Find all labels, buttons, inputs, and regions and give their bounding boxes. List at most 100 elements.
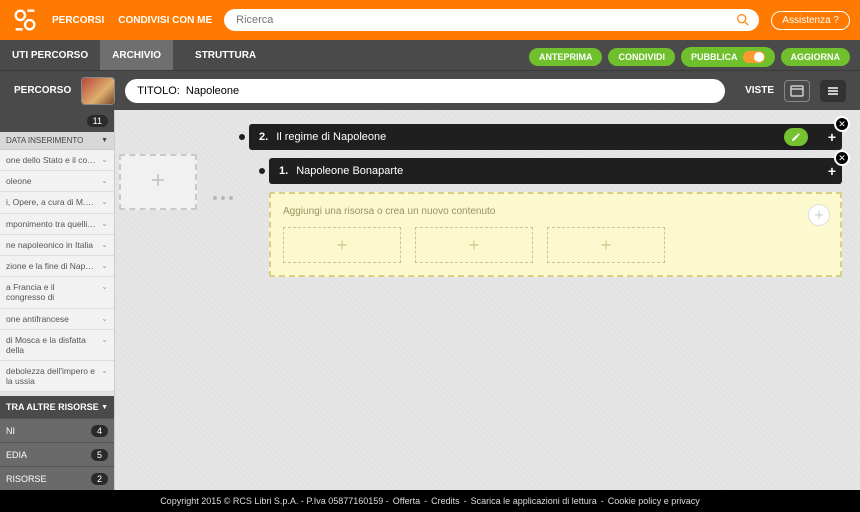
footer-link[interactable]: Cookie policy e privacy [608, 496, 700, 506]
viste-label: VISTE [745, 85, 774, 96]
list-item[interactable]: a Francia e il congresso di ⌄ [0, 277, 114, 308]
list-item[interactable]: one antifrancese ⌄ [0, 309, 114, 330]
list-item[interactable]: di Mosca e la disfatta della⌄ [0, 330, 114, 361]
altre-risorse-button[interactable]: TRA ALTRE RISORSE ▼ [0, 396, 114, 418]
pubblica-label: PUBBLICA [691, 52, 738, 62]
resource-slot[interactable] [415, 227, 533, 263]
help-button[interactable]: Assistenza ? [771, 11, 850, 30]
content-dropzone[interactable]: Aggiungi una risorsa o crea un nuovo con… [269, 192, 842, 277]
course-thumbnail[interactable] [81, 77, 115, 105]
tab-contenuti-percorso[interactable]: UTI PERCORSO [0, 40, 100, 70]
chevron-down-icon: ⌄ [101, 155, 108, 165]
sidebar-head: 11 [0, 110, 114, 132]
section-title: Il regime di Napoleone [276, 131, 386, 143]
list-item-label: a Francia e il congresso di [6, 282, 96, 302]
resource-slot[interactable] [283, 227, 401, 263]
category-count: 4 [91, 425, 108, 437]
list-item-label: oleone [6, 176, 32, 186]
app-logo-icon[interactable] [10, 5, 40, 35]
sidebar-count-badge: 11 [87, 115, 108, 127]
search-icon[interactable] [735, 12, 751, 28]
add-button[interactable]: + [828, 163, 836, 179]
list-item-label: zione e la fine di Napoleone [6, 261, 96, 271]
chevron-down-icon: ⌄ [101, 240, 108, 250]
footer-copyright: Copyright 2015 © RCS Libri S.p.A. - P.Iv… [160, 496, 389, 506]
pubblica-button[interactable]: PUBBLICA [681, 47, 775, 67]
publish-toggle[interactable] [743, 51, 765, 63]
section-number: 1. [279, 165, 288, 177]
chevron-down-icon: ▼ [101, 404, 108, 411]
close-button[interactable]: ✕ [834, 116, 850, 132]
list-item[interactable]: mponimento tra quelli dedica ... ⌄ [0, 214, 114, 235]
footer-link[interactable]: Credits [431, 496, 460, 506]
plus-icon [149, 171, 167, 194]
chevron-down-icon: ⌄ [101, 314, 108, 324]
category-item[interactable]: NI 4 [0, 418, 114, 442]
nav-condivisi[interactable]: CONDIVISI CON ME [118, 15, 212, 26]
sidebar-list: one dello Stato e il codice civile ⌄ oleo… [0, 150, 114, 396]
dropzone-prompt: Aggiungi una risorsa o crea un nuovo con… [283, 206, 828, 217]
topbar: PERCORSI CONDIVISI CON ME Assistenza ? [0, 0, 860, 40]
list-item-label: one dello Stato e il codice civile [6, 155, 96, 165]
category-item[interactable]: RISORSE 2 [0, 466, 114, 490]
main: 11 DATA INSERIMENTO ▼ one dello Stato e … [0, 110, 860, 490]
footer-link[interactable]: Offerta [393, 496, 420, 506]
tab-struttura[interactable]: STRUTTURA [183, 40, 268, 70]
list-item[interactable]: zione e la fine di Napoleone ⌄ [0, 256, 114, 277]
edit-button[interactable] [784, 128, 808, 146]
title-input[interactable] [125, 79, 725, 103]
list-item-label: ne napoleonico in Italia [6, 240, 93, 250]
view-list-button[interactable] [820, 80, 846, 102]
list-item[interactable]: oleone⌄ [0, 171, 114, 192]
dropzone-small[interactable] [119, 154, 197, 210]
chevron-down-icon: ⌄ [101, 261, 108, 271]
condividi-button[interactable]: CONDIVIDI [608, 48, 675, 66]
section-block-1[interactable]: 1. Napoleone Bonaparte + ✕ [269, 158, 842, 184]
add-resource-button[interactable] [808, 204, 830, 226]
chevron-down-icon: ⌄ [101, 197, 108, 207]
list-item-label: di Mosca e la disfatta della [6, 335, 96, 355]
search-wrap [224, 9, 759, 31]
bullet-icon [259, 168, 265, 174]
bullet-icon [239, 134, 245, 140]
resource-slot[interactable] [547, 227, 665, 263]
aggiorna-button[interactable]: AGGIORNA [781, 48, 851, 66]
nav-percorsi[interactable]: PERCORSI [52, 15, 104, 26]
canvas-inner: 2. Il regime di Napoleone + ✕ 1. Napoleo… [233, 124, 842, 277]
list-item[interactable]: debolezza dell'impero e la ussia ⌄ [0, 361, 114, 392]
add-button[interactable]: + [828, 129, 836, 145]
list-item[interactable]: one dello Stato e il codice civile ⌄ [0, 150, 114, 171]
category-label: NI [6, 426, 15, 436]
section-number: 2. [259, 131, 268, 143]
altre-risorse-label: TRA ALTRE RISORSE [6, 402, 99, 412]
list-item-label: one antifrancese [6, 314, 69, 324]
sidebar-filter[interactable]: DATA INSERIMENTO ▼ [0, 132, 114, 150]
category-item[interactable]: EDIA 5 [0, 442, 114, 466]
section-block-2[interactable]: 2. Il regime di Napoleone + ✕ [249, 124, 842, 150]
slot-row [283, 227, 828, 263]
top-nav: PERCORSI CONDIVISI CON ME [52, 15, 212, 26]
chevron-down-icon: ▼ [101, 137, 108, 144]
search-input[interactable] [224, 9, 759, 31]
footer-link[interactable]: Scarica le applicazioni di lettura [471, 496, 597, 506]
chevron-down-icon: ⌄ [101, 366, 108, 376]
anteprima-button[interactable]: ANTEPRIMA [529, 48, 603, 66]
category-label: RISORSE [6, 474, 47, 484]
view-card-button[interactable] [784, 80, 810, 102]
list-item-label: mponimento tra quelli dedica ... [6, 219, 96, 229]
close-button[interactable]: ✕ [834, 150, 850, 166]
connector-dots [213, 196, 233, 200]
sidebar: 11 DATA INSERIMENTO ▼ one dello Stato e … [0, 110, 115, 490]
chevron-down-icon: ⌄ [101, 219, 108, 229]
chevron-down-icon: ⌄ [101, 282, 108, 292]
category-count: 5 [91, 449, 108, 461]
list-item-label: debolezza dell'impero e la ussia [6, 366, 96, 386]
category-count: 2 [91, 473, 108, 485]
category-label: EDIA [6, 450, 27, 460]
canvas: 2. Il regime di Napoleone + ✕ 1. Napoleo… [115, 110, 860, 490]
list-item[interactable]: i, Opere, a cura di M. Martell ...⌄ [0, 192, 114, 213]
tab-archivio[interactable]: ARCHIVIO [100, 40, 173, 70]
footer: Copyright 2015 © RCS Libri S.p.A. - P.Iv… [0, 490, 860, 512]
list-item[interactable]: ne napoleonico in Italia ⌄ [0, 235, 114, 256]
percorso-label: PERCORSO [14, 85, 71, 96]
